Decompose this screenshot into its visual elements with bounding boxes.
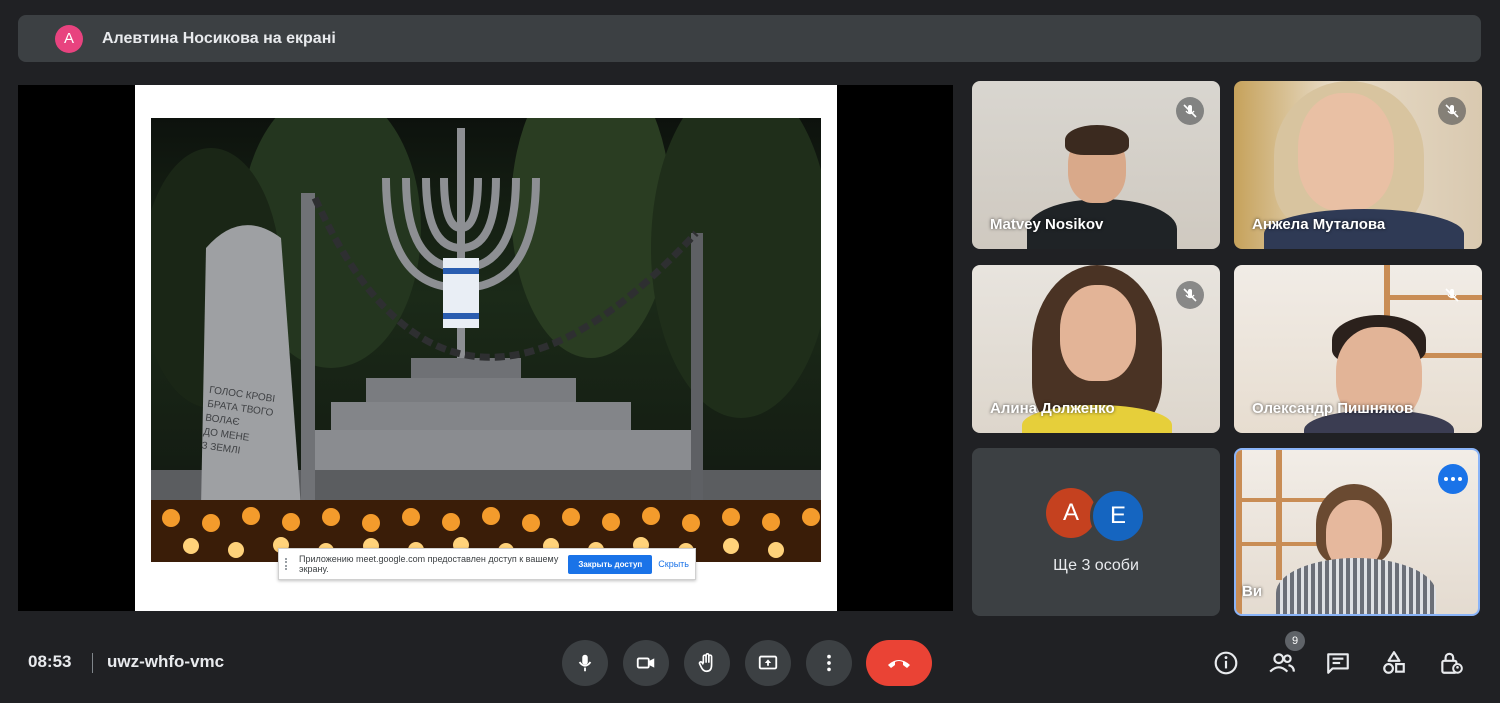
chat-icon — [1327, 653, 1349, 674]
mic-off-icon — [1438, 97, 1466, 125]
present-screen-button[interactable] — [745, 640, 791, 686]
present-icon — [758, 655, 778, 670]
lock-person-icon — [1441, 652, 1463, 674]
menorah-memorial-illustration: ГОЛОС КРОВІ БРАТА ТВОГО ВОЛАЄ ДО МЕНЕ З … — [151, 118, 821, 562]
participant-tile[interactable]: Matvey Nosikov — [972, 81, 1220, 249]
participant-name: Ви — [1242, 583, 1263, 600]
end-call-icon — [888, 660, 910, 668]
people-icon — [1269, 653, 1295, 673]
end-call-button[interactable] — [866, 640, 932, 686]
participant-tile[interactable]: Анжела Муталова — [1234, 81, 1482, 249]
raise-hand-button[interactable] — [684, 640, 730, 686]
share-notification-text: Приложению meet.google.com предоставлен … — [299, 554, 559, 574]
participant-name: Олександр Пишняков — [1252, 400, 1414, 417]
presenter-avatar: А — [55, 24, 83, 53]
avatar: А — [1046, 488, 1096, 538]
participant-name: Matvey Nosikov — [990, 216, 1104, 233]
presentation-slide: ГОЛОС КРОВІ БРАТА ТВОГО ВОЛАЄ ДО МЕНЕ З … — [135, 85, 837, 611]
hand-icon — [698, 653, 713, 673]
others-avatars: А Е — [972, 488, 1220, 544]
memorial-photo: ГОЛОС КРОВІ БРАТА ТВОГО ВОЛАЄ ДО МЕНЕ З … — [151, 118, 821, 562]
more-options-button[interactable] — [1438, 464, 1468, 494]
mic-off-icon — [1438, 281, 1466, 309]
self-tile[interactable]: Ви — [1234, 448, 1480, 616]
people-button[interactable] — [1267, 648, 1297, 678]
meeting-details-button[interactable] — [1211, 648, 1241, 678]
people-count-badge: 9 — [1285, 631, 1305, 651]
screen-share-notification: Приложению meet.google.com предоставлен … — [278, 548, 696, 580]
camera-button[interactable] — [623, 640, 669, 686]
avatar: Е — [1090, 488, 1146, 544]
meeting-code[interactable]: uwz-whfo-vmc — [107, 652, 224, 672]
participant-tile[interactable]: Алина Долженко — [972, 265, 1220, 433]
activities-icon — [1383, 651, 1405, 674]
mic-off-icon — [1176, 281, 1204, 309]
mic-button[interactable] — [562, 640, 608, 686]
others-count-label: Ще 3 особи — [1053, 557, 1139, 574]
mic-off-icon — [1176, 97, 1204, 125]
presenter-banner: А Алевтина Носикова на екрані — [18, 15, 1481, 62]
hide-notification-link[interactable]: Скрыть — [658, 559, 689, 569]
drag-handle-icon[interactable] — [285, 558, 293, 570]
participant-name: Анжела Муталова — [1252, 216, 1386, 233]
chat-button[interactable] — [1323, 648, 1353, 678]
more-vert-icon — [827, 654, 831, 672]
presentation-stage: ГОЛОС КРОВІ БРАТА ТВОГО ВОЛАЄ ДО МЕНЕ З … — [18, 85, 953, 611]
mic-icon — [578, 654, 592, 672]
activities-button[interactable] — [1379, 648, 1409, 678]
participant-name: Алина Долженко — [990, 400, 1115, 417]
presenter-title: Алевтина Носикова на екрані — [102, 29, 336, 47]
host-controls-button[interactable] — [1436, 648, 1466, 678]
camera-icon — [636, 657, 655, 669]
info-icon — [1214, 651, 1238, 675]
divider — [92, 653, 93, 673]
participant-tile[interactable]: Олександр Пишняков — [1234, 265, 1482, 433]
more-options-button[interactable] — [806, 640, 852, 686]
meeting-time: 08:53 — [28, 652, 72, 671]
others-tile[interactable]: А Е Ще 3 особи — [972, 448, 1220, 616]
stop-sharing-button[interactable]: Закрыть доступ — [568, 554, 653, 574]
